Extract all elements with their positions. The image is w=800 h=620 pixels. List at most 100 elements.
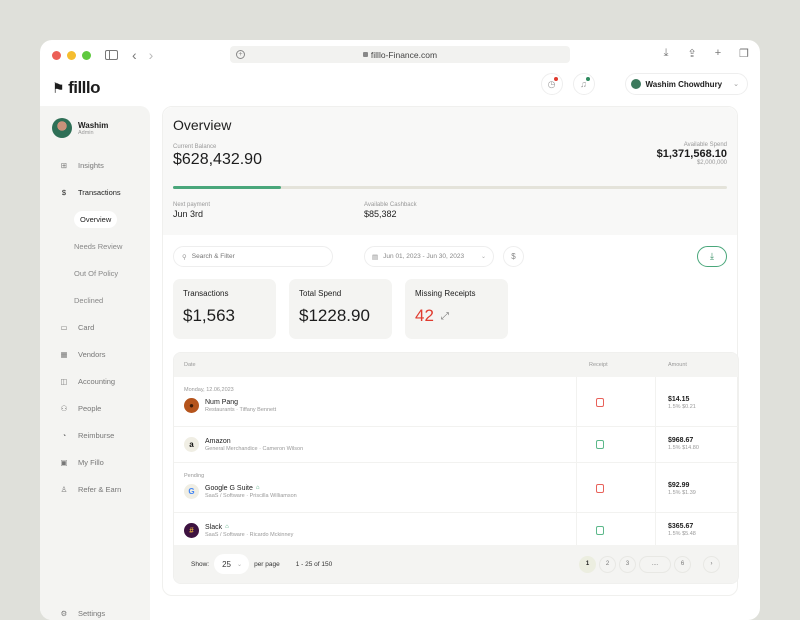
sidebar-item-people[interactable]: ⚇ People [40, 395, 150, 422]
sidebar-item-card[interactable]: ▭ Card [40, 314, 150, 341]
available-spend-value: $1,371,568.10 [656, 148, 727, 160]
sidebar-item-vendors[interactable]: ▦ Vendors [40, 341, 150, 368]
chevron-down-icon: ⌄ [236, 561, 243, 568]
date-range-picker[interactable]: ▤ Jun 01, 2023 - Jun 30, 2023 ⌄ [364, 246, 494, 267]
sidebar-subitem-declined[interactable]: Declined [40, 287, 150, 314]
receipt-attached-icon[interactable] [596, 440, 604, 449]
per-page-select[interactable]: 25 ⌄ [214, 554, 250, 574]
sidebar-item-reimburse[interactable]: ◔ Reimburse [40, 422, 150, 449]
profile[interactable]: Washim Admin [40, 106, 150, 138]
receipt-missing-icon[interactable] [596, 484, 604, 493]
tabs-icon[interactable]: ❐ [738, 47, 750, 60]
plus-icon[interactable]: + [712, 47, 724, 59]
sidebar-item-refer-earn[interactable]: ♙ Refer & Earn [40, 476, 150, 503]
close-window-button[interactable] [52, 50, 61, 60]
share-icon[interactable]: ⇪ [686, 47, 698, 60]
award-icon: ♙ [60, 485, 68, 494]
chevron-right-icon: › [710, 561, 713, 567]
minimize-window-button[interactable] [67, 50, 76, 60]
next-payment-value: Jun 3rd [173, 209, 204, 219]
stat-missing-receipts[interactable]: Missing Receipts 42 ⤢ [405, 279, 508, 339]
sync-icon: ⌂ [255, 485, 260, 491]
notification-badge [585, 77, 590, 81]
current-balance-value: $628,432.90 [173, 151, 262, 168]
next-page-button[interactable]: › [703, 555, 720, 573]
forward-arrow-icon[interactable]: › [149, 47, 154, 63]
address-bar[interactable]: + filllo-Finance.com [230, 46, 570, 63]
sidebar-item-transactions[interactable]: $ Transactions [40, 179, 150, 206]
page-1-button[interactable]: 1 [579, 555, 596, 573]
calendar-icon: ▤ [372, 253, 379, 261]
gear-icon: ⚙ [60, 608, 68, 618]
page-ellipsis-button[interactable]: .... [639, 555, 671, 573]
next-payment-label: Next payment [173, 202, 211, 208]
amazon-logo: a [184, 437, 199, 452]
num-pang-logo: ● [184, 398, 199, 413]
pagination-range: 1 - 25 of 150 [295, 560, 333, 568]
reimburse-icon: ◔ [61, 431, 67, 440]
download-button[interactable]: ⤓ [697, 246, 727, 267]
avatar [52, 118, 72, 138]
new-tab-circle-icon[interactable]: + [236, 50, 245, 59]
sidebar-subitem-needs-review[interactable]: Needs Review [40, 233, 150, 260]
search-input[interactable] [191, 253, 312, 260]
table-row[interactable]: Pending G Google G Suite ⌂ SaaS / Softwar… [174, 463, 738, 513]
receipt-attached-icon[interactable] [596, 526, 604, 535]
currency-filter-button[interactable]: $ [503, 246, 524, 267]
sidebar-subitem-overview[interactable]: Overview [40, 206, 150, 233]
maximize-window-button[interactable] [82, 50, 91, 60]
profile-name: Washim [78, 120, 109, 130]
page-title: Overview [173, 117, 232, 133]
slack-logo: # [184, 523, 199, 538]
date-range-text: Jun 01, 2023 - Jun 30, 2023 [383, 253, 465, 260]
page-2-button[interactable]: 2 [599, 555, 616, 573]
page-3-button[interactable]: 3 [619, 555, 636, 573]
chevron-down-icon: ⌄ [480, 254, 486, 260]
search-icon: ⚲ [182, 253, 187, 261]
browser-window: ‹ › + filllo-Finance.com ⤓ ⇪ + ❐ ⚑ filll… [40, 40, 760, 620]
stat-total-spend[interactable]: Total Spend $1228.90 [289, 279, 392, 339]
search-field[interactable]: ⚲ [173, 246, 333, 267]
wallet-icon: ▣ [60, 458, 68, 467]
back-arrow-icon[interactable]: ‹ [132, 47, 137, 63]
cashback-value: $85,382 [364, 209, 397, 219]
sidebar-subitem-out-of-policy[interactable]: Out Of Policy [40, 260, 150, 287]
people-icon: ⚇ [60, 404, 68, 413]
page-6-button[interactable]: 6 [674, 555, 691, 573]
table-row[interactable]: a Amazon General Merchandice · Cameron W… [174, 427, 738, 463]
group-date-label: Monday, 12.06,2023 [184, 387, 234, 393]
notifications-button[interactable]: ♫ [572, 73, 595, 95]
table-row[interactable]: # Slack ⌂ SaaS / Software · Ricardo Mckin… [174, 513, 738, 549]
download-icon[interactable]: ⤓ [660, 47, 672, 59]
pagination: 1 2 3 .... 6 › [579, 555, 720, 573]
google-logo: G [184, 484, 199, 499]
url-text: filllo-Finance.com [370, 49, 438, 60]
spend-limit: $2,000,000 [696, 160, 727, 166]
lock-icon [362, 52, 368, 57]
sidebar-item-settings[interactable]: ⚙ Settings [59, 608, 105, 618]
receipt-missing-icon[interactable] [596, 398, 604, 407]
sidebar: Washim Admin ⊞ Insights $ Transactions Ove… [40, 106, 150, 620]
chevron-down-icon: ⌄ [733, 81, 739, 88]
sidebar-toggle-icon[interactable] [105, 50, 118, 60]
stat-transactions[interactable]: Transactions $1,563 [173, 279, 276, 339]
sidebar-item-insights[interactable]: ⊞ Insights [40, 152, 150, 179]
avatar [630, 79, 641, 89]
layout-grid-icon: ⊞ [60, 161, 68, 170]
book-icon: ◫ [60, 377, 68, 386]
table-row[interactable]: Monday, 12.06,2023 ● Num Pang Restaurant… [174, 377, 738, 427]
browser-chrome: ‹ › + filllo-Finance.com ⤓ ⇪ + ❐ [40, 40, 760, 70]
table-header: Date Receipt Amount [174, 353, 738, 377]
expand-icon[interactable]: ⤢ [441, 311, 449, 322]
sidebar-item-accounting[interactable]: ◫ Accounting [40, 368, 150, 395]
store-icon: ▦ [60, 350, 68, 359]
alerts-button[interactable]: ◷ [540, 73, 563, 95]
balance-progress-bar [173, 186, 727, 189]
dollar-circle-icon: $ [61, 188, 67, 197]
sidebar-item-my-fillo[interactable]: ▣ My Fillo [40, 449, 150, 476]
app-logo[interactable]: ⚑ filllo [52, 78, 101, 98]
alert-badge [553, 77, 558, 81]
user-menu[interactable]: Washim Chowdhury ⌄ [624, 73, 748, 95]
dollar-circle-icon: $ [511, 252, 516, 261]
balance-progress-fill [173, 186, 282, 189]
